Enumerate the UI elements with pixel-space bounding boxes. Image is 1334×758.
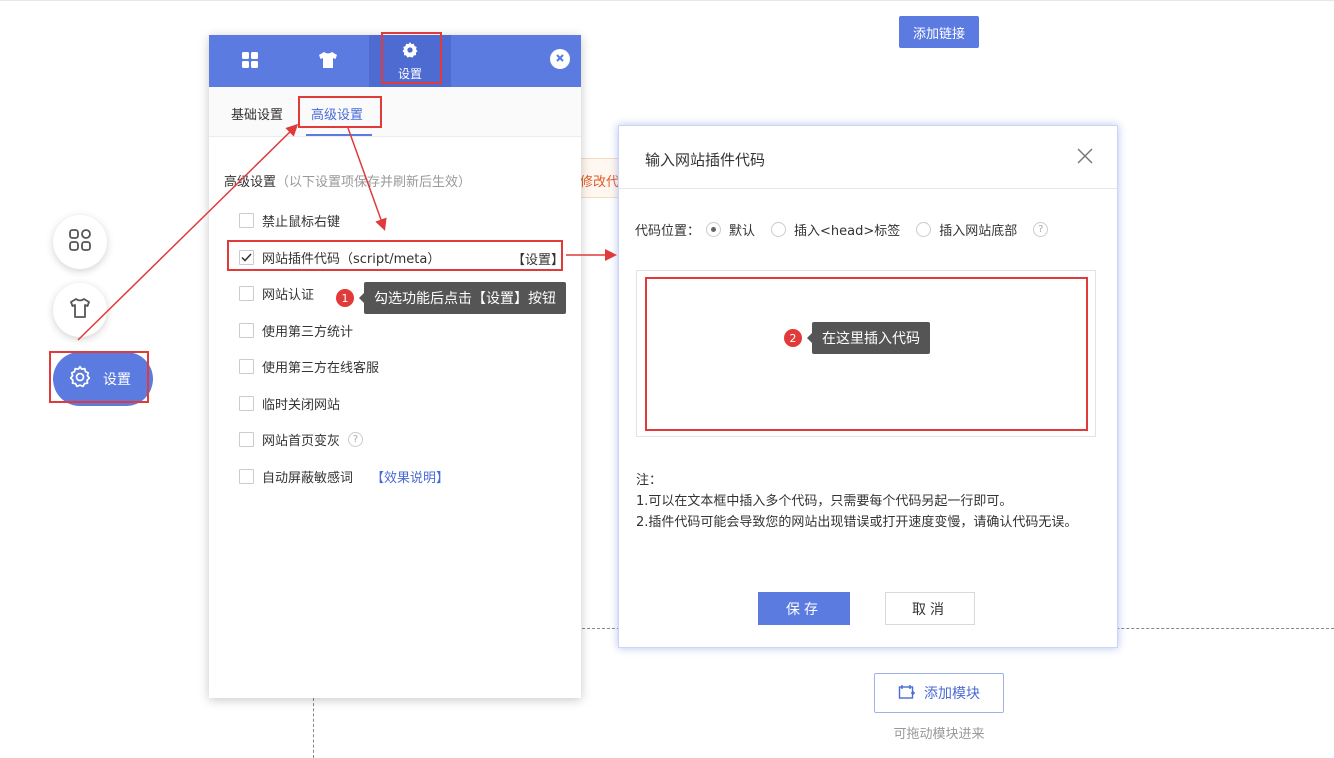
settings-panel: 设置 基础设置 高级设置 高级设置（以下设置项保存并刷新后生效） 禁止鼠标右键 … [209, 35, 581, 698]
option-label: 网站首页变灰 [262, 433, 341, 449]
radio-label: 插入网站底部 [939, 224, 1018, 239]
close-icon [1077, 148, 1093, 164]
tshirt-icon [318, 51, 338, 72]
dialog-close-button[interactable] [1075, 146, 1095, 166]
step-2-badge: 2 [784, 329, 802, 347]
position-footer[interactable]: 插入网站底部 [916, 220, 1017, 239]
add-module-icon [898, 684, 916, 703]
notice-text: 修改代 [580, 175, 620, 190]
option-close-site[interactable]: 临时关闭网站 [239, 393, 340, 413]
tab-modules[interactable] [209, 35, 291, 87]
save-button[interactable]: 保存 [758, 592, 850, 625]
radio[interactable] [916, 222, 932, 237]
checkbox[interactable] [239, 285, 254, 301]
option-label: 禁止鼠标右键 [262, 214, 341, 230]
step-1-tooltip: 勾选功能后点击【设置】按钮 [359, 282, 566, 314]
highlight-code-area [645, 277, 1088, 431]
option-third-party-service[interactable]: 使用第三方在线客服 [239, 356, 379, 376]
option-gray-homepage[interactable]: 网站首页变灰 ? [239, 429, 364, 449]
section-title-text: 高级设置 [224, 175, 277, 190]
dialog-divider [619, 188, 1117, 189]
section-note: （以下设置项保存并刷新后生效） [276, 175, 472, 190]
option-block-sensitive-words[interactable]: 自动屏蔽敏感词 【效果说明】 [239, 466, 449, 486]
position-default[interactable]: 默认 [706, 220, 755, 239]
top-border [0, 0, 1334, 1]
checkbox[interactable] [239, 468, 254, 484]
option-disable-right-click[interactable]: 禁止鼠标右键 [239, 210, 340, 230]
float-modules-button[interactable] [53, 215, 107, 269]
radio-label: 插入<head>标签 [794, 224, 901, 239]
option-site-verification[interactable]: 网站认证 [239, 283, 314, 303]
grid-icon [68, 228, 92, 256]
option-third-party-stats[interactable]: 使用第三方统计 [239, 320, 353, 340]
subtab-active-underline [306, 134, 372, 136]
radio[interactable] [771, 222, 787, 237]
subtab-basic[interactable]: 基础设置 [231, 104, 283, 123]
checkbox[interactable] [239, 212, 254, 228]
checkbox[interactable] [239, 322, 254, 338]
canvas-guide-vertical [313, 698, 314, 758]
effect-explanation-link[interactable]: 【效果说明】 [371, 467, 449, 486]
highlight-float-settings [49, 351, 149, 403]
note-item: 2.插件代码可能会导致您的网站出现错误或打开速度变慢，请确认代码无误。 [636, 515, 1078, 530]
help-icon[interactable]: ? [348, 431, 364, 447]
step-1-badge: 1 [336, 289, 354, 307]
panel-close-button[interactable] [550, 49, 570, 69]
checkbox[interactable] [239, 358, 254, 374]
code-position-label: 代码位置： [635, 224, 701, 239]
tshirt-icon [68, 296, 92, 324]
option-label: 使用第三方在线客服 [262, 360, 380, 376]
note-item: 1.可以在文本框中插入多个代码，只需要每个代码另起一行即可。 [636, 494, 1013, 509]
dialog-title: 输入网站插件代码 [645, 151, 766, 169]
option-label: 自动屏蔽敏感词 [262, 470, 354, 486]
cancel-button[interactable]: 取消 [885, 592, 975, 625]
option-label: 网站认证 [262, 287, 315, 303]
option-label: 临时关闭网站 [262, 397, 341, 413]
highlight-advanced-tab [298, 96, 382, 128]
position-head[interactable]: 插入<head>标签 [771, 220, 900, 239]
radio-selected[interactable] [706, 222, 722, 237]
drag-hint: 可拖动模块进来 [893, 727, 985, 742]
radio-label: 默认 [729, 224, 756, 239]
step-2-tooltip: 在这里插入代码 [807, 322, 930, 354]
add-module-label: 添加模块 [924, 685, 980, 701]
add-link-button[interactable]: 添加链接 [899, 16, 979, 48]
option-label: 使用第三方统计 [262, 324, 354, 340]
help-icon[interactable]: ? [1033, 222, 1049, 237]
panel-subtabs: 基础设置 高级设置 [209, 87, 581, 137]
dialog-notes: 注： 1.可以在文本框中插入多个代码，只需要每个代码另起一行即可。 2.插件代码… [636, 470, 1098, 533]
highlight-plugin-code-row [227, 240, 563, 271]
highlight-settings-tab [381, 32, 442, 84]
section-title: 高级设置（以下设置项保存并刷新后生效） [224, 171, 471, 190]
code-position-row: 代码位置： 默认 插入<head>标签 插入网站底部 ? [635, 220, 1049, 239]
float-theme-button[interactable] [53, 283, 107, 337]
checkbox[interactable] [239, 395, 254, 411]
tab-theme[interactable] [287, 35, 369, 87]
checkbox[interactable] [239, 431, 254, 447]
add-module-button[interactable]: 添加模块 [874, 673, 1004, 713]
notes-title: 注： [636, 473, 663, 488]
grid-icon [241, 51, 259, 72]
close-icon [555, 52, 565, 67]
